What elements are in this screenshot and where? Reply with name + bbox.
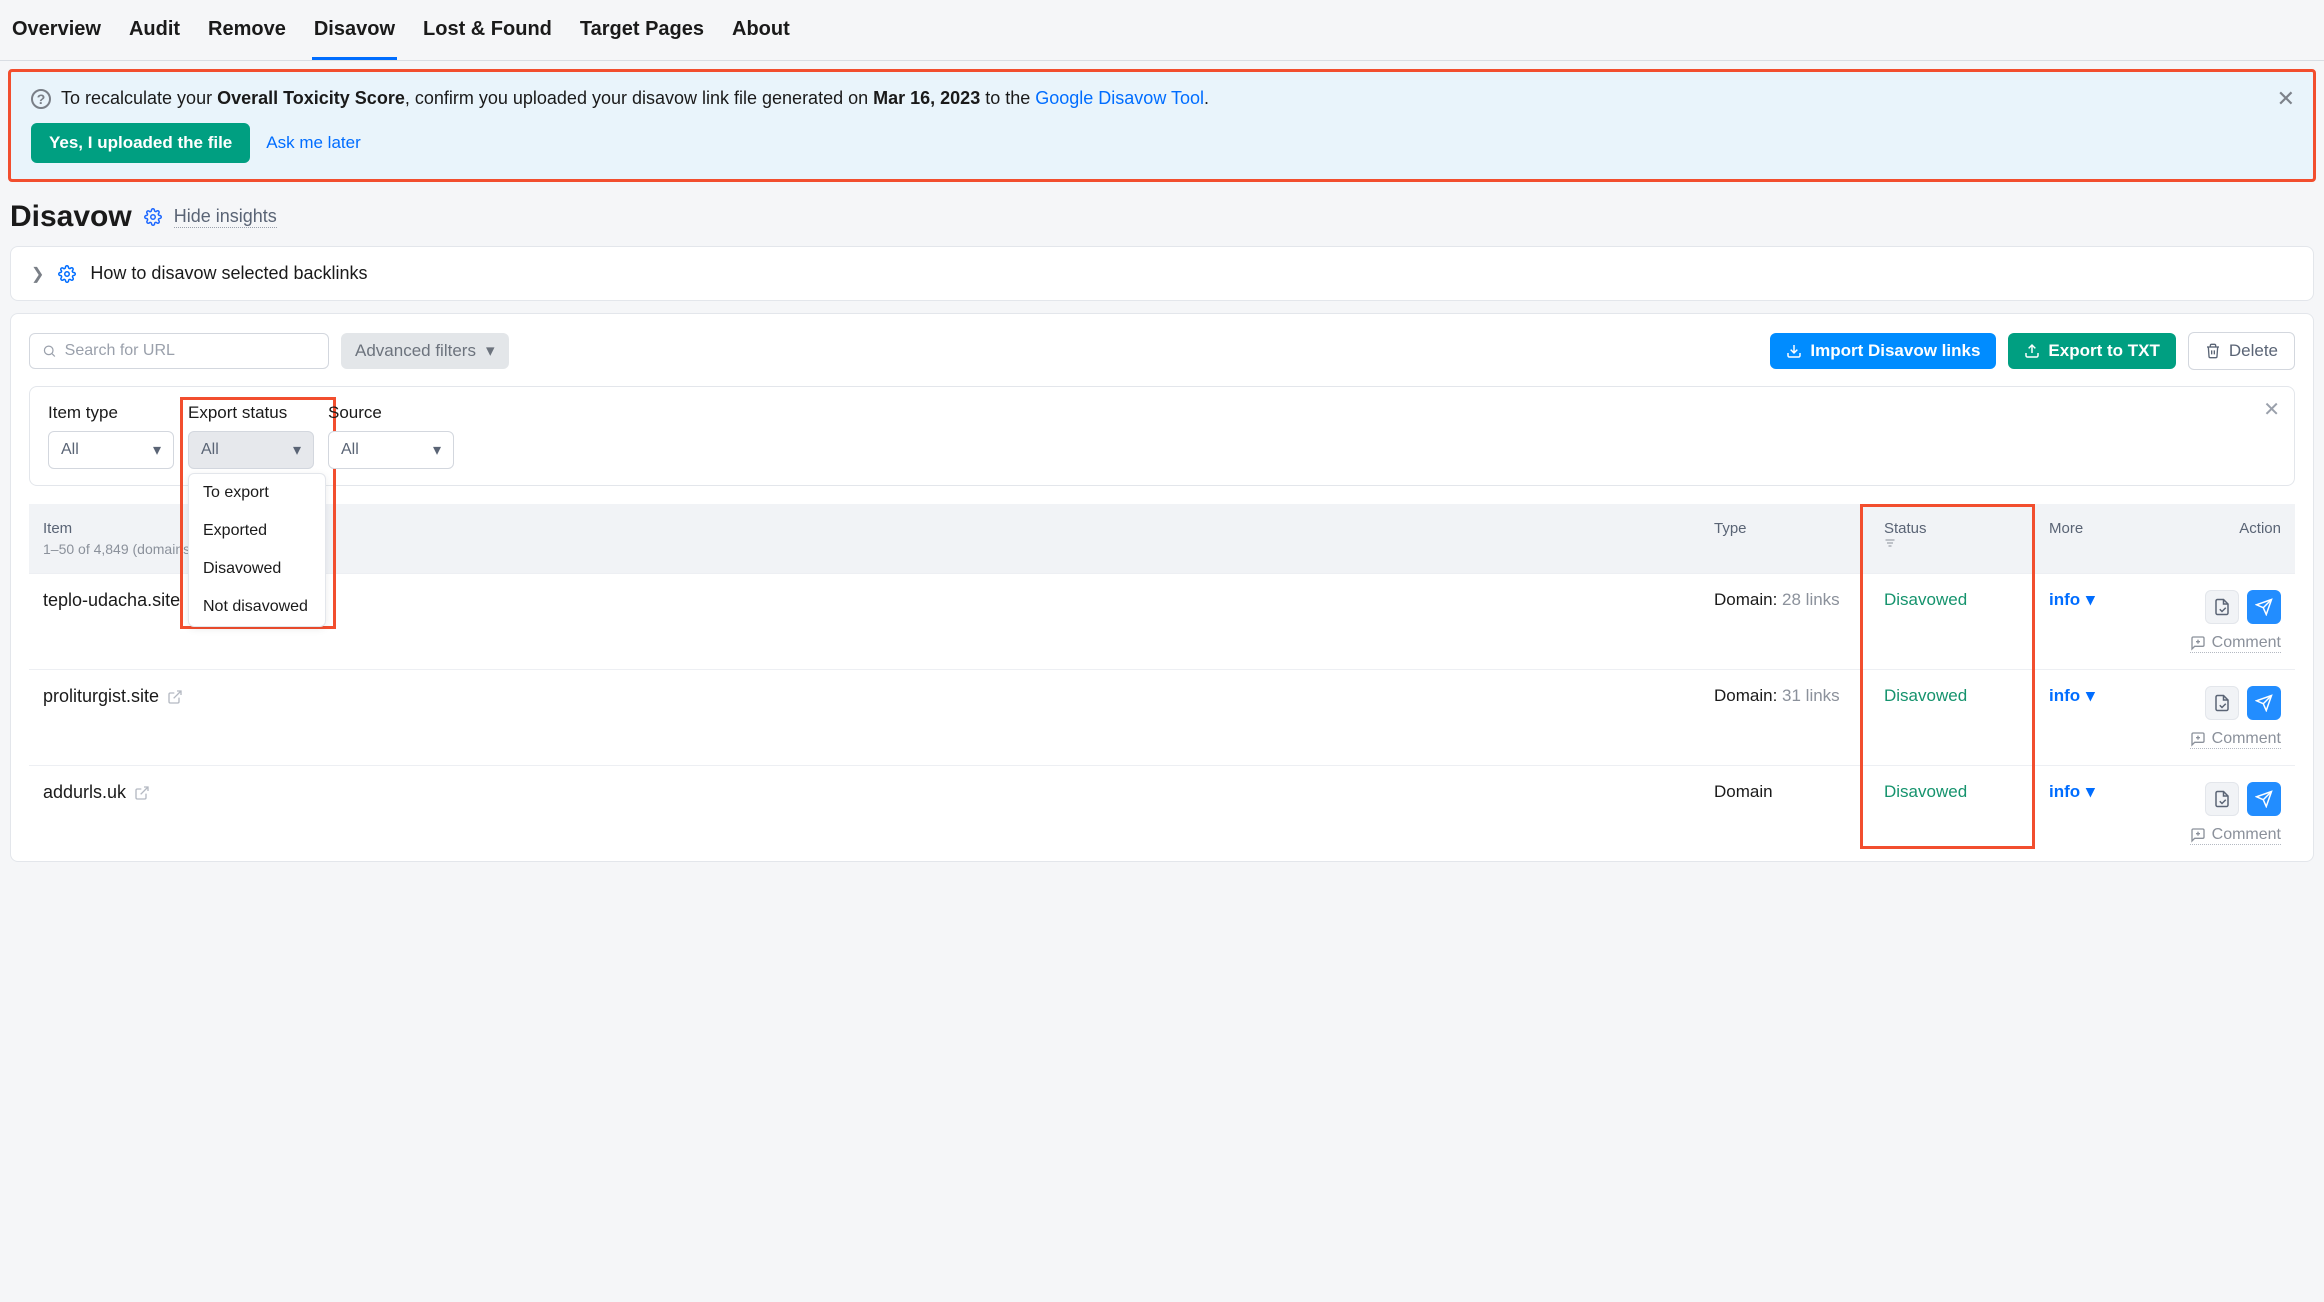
type-count: 28 links — [1782, 590, 1840, 609]
trash-icon — [2205, 343, 2221, 359]
filter-label: Item type — [48, 403, 174, 423]
dropdown-option[interactable]: To export — [189, 474, 325, 512]
export-status-select[interactable]: All ▾ — [188, 431, 314, 469]
tab-remove[interactable]: Remove — [206, 0, 288, 60]
export-txt-button[interactable]: Export to TXT — [2008, 333, 2175, 369]
sort-icon — [1884, 537, 2021, 549]
document-icon[interactable] — [2205, 590, 2239, 624]
filter-label: Export status — [188, 403, 314, 423]
chevron-down-icon: ▾ — [2086, 782, 2095, 802]
recalc-alert: ✕ ? To recalculate your Overall Toxicity… — [8, 69, 2316, 182]
ask-later-link[interactable]: Ask me later — [266, 133, 360, 153]
tab-disavow[interactable]: Disavow — [312, 0, 397, 60]
tab-audit[interactable]: Audit — [127, 0, 182, 60]
page-title: Disavow — [10, 200, 132, 234]
filter-label: Source — [328, 403, 454, 423]
filter-item-type: Item type All ▾ — [48, 403, 174, 469]
filters-row: ✕ Item type All ▾ Export status All ▾ To… — [29, 386, 2295, 486]
advanced-filters-button[interactable]: Advanced filters ▾ — [341, 333, 509, 369]
search-icon — [42, 343, 57, 359]
gear-icon — [58, 265, 76, 283]
dropdown-option[interactable]: Exported — [189, 512, 325, 550]
chevron-down-icon: ▾ — [486, 341, 495, 361]
document-icon[interactable] — [2205, 782, 2239, 816]
domain-name[interactable]: teplo-udacha.site — [43, 590, 180, 611]
hide-insights-link[interactable]: Hide insights — [174, 206, 277, 228]
table-row: proliturgist.site Domain: 31 links Disav… — [29, 669, 2295, 765]
status-badge: Disavowed — [1884, 686, 1967, 705]
howto-label: How to disavow selected backlinks — [90, 263, 367, 284]
chevron-down-icon: ▾ — [153, 440, 161, 460]
howto-panel[interactable]: ❯ How to disavow selected backlinks — [10, 246, 2314, 301]
status-badge: Disavowed — [1884, 782, 1967, 801]
main-card: Advanced filters ▾ Import Disavow links … — [10, 313, 2314, 862]
yes-uploaded-button[interactable]: Yes, I uploaded the file — [31, 123, 250, 163]
th-more[interactable]: More — [2035, 504, 2185, 553]
tab-lost-found[interactable]: Lost & Found — [421, 0, 554, 60]
import-disavow-button[interactable]: Import Disavow links — [1770, 333, 1996, 369]
comment-icon — [2190, 827, 2206, 843]
search-input[interactable] — [65, 342, 316, 360]
chevron-down-icon: ▾ — [293, 440, 301, 460]
item-type-select[interactable]: All ▾ — [48, 431, 174, 469]
chevron-down-icon: ▾ — [2086, 590, 2095, 610]
gear-icon[interactable] — [144, 208, 162, 226]
chevron-down-icon: ▾ — [2086, 686, 2095, 706]
chevron-right-icon: ❯ — [31, 264, 44, 284]
status-badge: Disavowed — [1884, 590, 1967, 609]
comment-icon — [2190, 731, 2206, 747]
send-icon[interactable] — [2247, 686, 2281, 720]
delete-button[interactable]: Delete — [2188, 332, 2295, 370]
close-icon[interactable]: ✕ — [2263, 397, 2280, 422]
dropdown-option[interactable]: Disavowed — [189, 550, 325, 588]
domain-name[interactable]: proliturgist.site — [43, 686, 159, 707]
th-type[interactable]: Type — [1700, 504, 1870, 553]
th-status[interactable]: Status — [1870, 504, 2035, 565]
dropdown-option[interactable]: Not disavowed — [189, 588, 325, 626]
tab-about[interactable]: About — [730, 0, 792, 60]
export-status-dropdown: To export Exported Disavowed Not disavow… — [188, 473, 326, 627]
filter-source: Source All ▾ — [328, 403, 454, 469]
nav-tabs: Overview Audit Remove Disavow Lost & Fou… — [0, 0, 2324, 61]
help-circle-icon: ? — [31, 89, 51, 109]
type-prefix: Domain — [1714, 782, 1773, 801]
close-icon[interactable]: ✕ — [2277, 86, 2295, 112]
comment-link[interactable]: Comment — [2190, 634, 2281, 653]
table-header: Item 1–50 of 4,849 (domains 4 Type Statu… — [29, 504, 2295, 573]
tab-overview[interactable]: Overview — [10, 0, 103, 60]
external-link-icon[interactable] — [167, 689, 183, 705]
type-prefix: Domain: — [1714, 686, 1782, 705]
comment-link[interactable]: Comment — [2190, 826, 2281, 845]
filter-export-status: Export status All ▾ To export Exported D… — [188, 403, 314, 469]
document-icon[interactable] — [2205, 686, 2239, 720]
more-info-link[interactable]: info ▾ — [2049, 686, 2171, 706]
send-icon[interactable] — [2247, 782, 2281, 816]
send-icon[interactable] — [2247, 590, 2281, 624]
chevron-down-icon: ▾ — [433, 440, 441, 460]
type-prefix: Domain: — [1714, 590, 1782, 609]
source-select[interactable]: All ▾ — [328, 431, 454, 469]
google-disavow-link[interactable]: Google Disavow Tool — [1035, 88, 1204, 108]
external-link-icon[interactable] — [134, 785, 150, 801]
search-box[interactable] — [29, 333, 329, 369]
domain-name[interactable]: addurls.uk — [43, 782, 126, 803]
more-info-link[interactable]: info ▾ — [2049, 590, 2171, 610]
comment-icon — [2190, 635, 2206, 651]
more-info-link[interactable]: info ▾ — [2049, 782, 2171, 802]
upload-icon — [2024, 343, 2040, 359]
th-action: Action — [2185, 504, 2295, 553]
comment-link[interactable]: Comment — [2190, 730, 2281, 749]
table-row: teplo-udacha.site Domain: 28 links Disav… — [29, 573, 2295, 669]
download-icon — [1786, 343, 1802, 359]
table-row: addurls.uk Domain Disavowed info ▾ — [29, 765, 2295, 861]
alert-text: To recalculate your Overall Toxicity Sco… — [61, 88, 1209, 109]
tab-target-pages[interactable]: Target Pages — [578, 0, 706, 60]
type-count: 31 links — [1782, 686, 1840, 705]
